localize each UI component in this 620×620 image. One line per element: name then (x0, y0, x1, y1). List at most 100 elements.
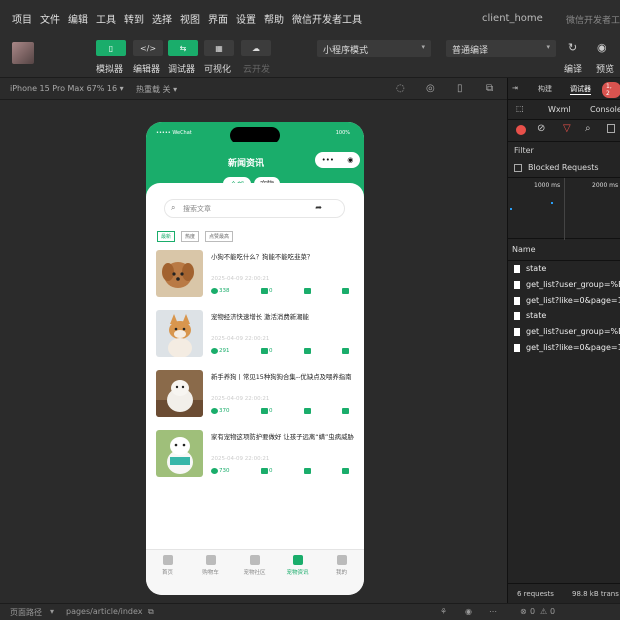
comment-icon[interactable] (304, 468, 311, 474)
checkbox-icon[interactable] (607, 124, 615, 133)
scene-icon[interactable]: ⚘ (440, 607, 447, 616)
article-thumbnail (156, 250, 203, 297)
like-icon[interactable] (261, 408, 268, 414)
menu-item-settings[interactable]: 设置 (236, 11, 256, 26)
hot-reload-select[interactable]: 热重载 关 ▾ (136, 84, 177, 95)
blocked-requests-toggle[interactable]: Blocked Requests (514, 163, 599, 172)
request-row[interactable]: state (514, 264, 546, 273)
tab-cart[interactable]: 购物车 (189, 555, 232, 576)
simulator-subbar: iPhone 15 Pro Max 67% 16 ▾ 热重载 关 ▾ ◌ ◎ ▯… (0, 78, 507, 100)
collect-icon[interactable] (342, 348, 349, 354)
menu-item-project[interactable]: 项目 (12, 11, 32, 26)
device-icon[interactable]: ▯ (457, 83, 463, 94)
menu-item-wechat-devtools[interactable]: 微信开发者工具 (292, 11, 362, 26)
filter-label[interactable]: Filter (514, 146, 534, 155)
menu-item-interface[interactable]: 界面 (208, 11, 228, 26)
like-icon[interactable] (261, 468, 268, 474)
eye-icon[interactable]: ◉ (465, 607, 472, 616)
menu-item-file[interactable]: 文件 (40, 11, 60, 26)
preview-label[interactable]: 预览 (596, 62, 614, 75)
page-path: pages/article/index (66, 607, 143, 616)
comment-icon[interactable] (304, 288, 311, 294)
request-name: get_list?like=0&page=1 (526, 343, 620, 352)
editor-button[interactable]: </> (133, 40, 163, 56)
page-path-label[interactable]: 页面路径 (10, 607, 42, 618)
cloud-button[interactable]: ☁ (241, 40, 271, 56)
close-icon[interactable]: ◉ (347, 156, 353, 164)
article-stats: 730 0 (211, 468, 354, 478)
stop-icon[interactable]: ◎ (426, 83, 435, 94)
search-input[interactable]: ⌕ 搜索文章 ➦ (164, 199, 345, 218)
device-select[interactable]: iPhone 15 Pro Max 67% 16 ▾ (10, 84, 124, 93)
request-row[interactable]: state (514, 311, 546, 320)
tab-profile-label: 我的 (335, 570, 347, 576)
request-row[interactable]: get_list?like=0&page=1 (514, 296, 620, 305)
tab-build[interactable]: 构建 (538, 84, 552, 94)
app-name: 微信开发者工具 St (566, 16, 620, 26)
inspect-icon[interactable]: ⬚ (516, 104, 524, 113)
popout-icon[interactable]: ⧉ (486, 83, 493, 94)
like-icon[interactable] (261, 288, 268, 294)
list-item[interactable]: 小狗不能吃什么？狗能不能吃韭菜？ 2025-04-09 22:00:21 338… (156, 250, 354, 302)
eye-icon[interactable]: ◉ (597, 41, 607, 54)
menu-item-help[interactable]: 帮助 (264, 11, 284, 26)
menu-item-tools[interactable]: 工具 (96, 11, 116, 26)
request-row[interactable]: get_list?like=0&page=1 (514, 343, 620, 352)
more-icon[interactable]: ⋯ (489, 607, 497, 616)
simulator-button[interactable]: ▯ (96, 40, 126, 56)
tab-wxml[interactable]: Wxml (548, 105, 571, 114)
capsule-menu[interactable]: ••• ◉ (315, 152, 360, 168)
tab-community[interactable]: 宠物社区 (233, 555, 276, 576)
article-date: 2025-04-09 22:00:21 (211, 456, 270, 462)
expand-icon[interactable]: ⇥ (512, 84, 518, 92)
tab-home[interactable]: 首页 (146, 555, 189, 576)
poodle-image (156, 250, 203, 297)
search-icon[interactable]: ⌕ (585, 123, 591, 134)
error-icon[interactable]: ⊗ (520, 607, 527, 616)
filter-most-liked[interactable]: 点赞最高 (205, 231, 234, 242)
comment-icon[interactable] (304, 348, 311, 354)
request-row[interactable]: get_list?user_group=%E (514, 280, 620, 289)
visual-button[interactable]: ▦ (204, 40, 234, 56)
avatar[interactable] (12, 42, 34, 64)
compile-mode-select[interactable]: 普通编译 ▾ (446, 40, 556, 57)
menu-item-edit[interactable]: 编辑 (68, 11, 88, 26)
community-icon (249, 555, 260, 565)
share-icon[interactable]: ➦ (315, 203, 322, 212)
checkbox[interactable] (514, 163, 522, 172)
compile-label[interactable]: 编译 (564, 62, 582, 75)
tab-news[interactable]: 宠物资讯 (276, 555, 319, 576)
menu-item-select[interactable]: 选择 (152, 11, 172, 26)
document-icon (514, 327, 520, 336)
mode-select[interactable]: 小程序模式 ▾ (317, 40, 431, 57)
tab-console[interactable]: Console (590, 105, 620, 114)
error-count: 0 (530, 607, 536, 616)
filter-icon[interactable]: ▽ (563, 123, 571, 134)
list-item[interactable]: 宠物经济快速增长 激活消费新潮能 2025-04-09 22:00:21 291… (156, 310, 354, 362)
filter-hot[interactable]: 热度 (181, 231, 200, 242)
tab-debugger[interactable]: 调试器 (570, 84, 591, 95)
tab-home-label: 首页 (161, 570, 173, 576)
list-item[interactable]: 新手养狗丨常见15种狗狗合集--优缺点及喂养指南 2025-04-09 22:0… (156, 370, 354, 422)
copy-icon[interactable]: ⧉ (148, 607, 154, 617)
clear-icon[interactable]: ⊘ (537, 123, 545, 134)
menu-item-view[interactable]: 视图 (180, 11, 200, 26)
warning-icon[interactable]: ⚠ (540, 607, 547, 616)
like-icon[interactable] (261, 348, 268, 354)
rotate-icon[interactable]: ◌ (396, 83, 405, 94)
debugger-button[interactable]: ⇆ (168, 40, 198, 56)
tab-profile[interactable]: 我的 (320, 555, 363, 576)
name-column-header[interactable]: Name (508, 239, 620, 261)
chevron-down-icon[interactable]: ▾ (50, 607, 54, 616)
comment-icon[interactable] (304, 408, 311, 414)
refresh-icon[interactable]: ↻ (568, 41, 577, 54)
record-icon[interactable] (516, 125, 526, 135)
collect-icon[interactable] (342, 468, 349, 474)
menu-item-goto[interactable]: 转到 (124, 11, 144, 26)
collect-icon[interactable] (342, 288, 349, 294)
request-row[interactable]: get_list?user_group=%E (514, 327, 620, 336)
filter-latest[interactable]: 最新 (157, 231, 176, 242)
collect-icon[interactable] (342, 408, 349, 414)
more-icon[interactable]: ••• (322, 156, 334, 164)
list-item[interactable]: 家有宠物这项防护要做好 让孩子远离“螨”虫病威胁 2025-04-09 22:0… (156, 430, 354, 482)
